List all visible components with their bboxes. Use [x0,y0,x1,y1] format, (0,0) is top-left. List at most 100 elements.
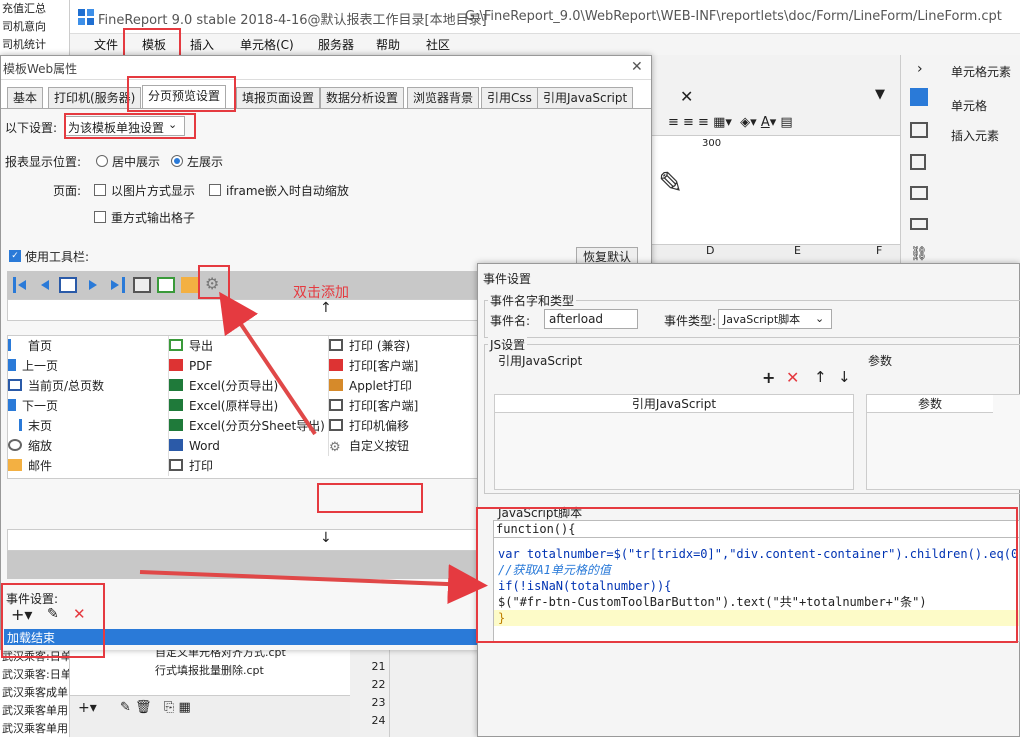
file-tree-item[interactable]: 武汉乘客:日单 [0,666,69,684]
close-icon[interactable]: ✕ [631,59,643,75]
list-item-printer-offset[interactable]: 打印机偏移 [329,416,488,436]
move-up-icon[interactable]: ↑ [814,368,827,386]
edit-icon[interactable]: ✎ 🗑 ⎘ ▦ [120,700,191,715]
annotation-box-custom-button [317,483,423,513]
gear-icon: ⚙ [329,440,341,455]
menu-cell[interactable]: 单元格(C) [240,36,294,54]
file-tree-item[interactable]: 司机意向 [0,18,69,36]
prev-page-icon[interactable] [37,277,55,293]
arrow-up-icon[interactable]: ↑ [320,300,332,316]
file-tree-item[interactable]: 司机统计 [0,36,69,54]
chevron-right-icon[interactable]: › [917,61,923,77]
annotation-box-code [476,507,1018,643]
list-item-excel-page[interactable]: Excel(分页导出) [169,376,328,396]
radio-left[interactable] [171,155,183,167]
close-tab-icon[interactable]: ✕ [680,87,693,106]
align-icon[interactable]: ≡ ≡ ≡ ▦▾ ◈▾ A▾ ▤ [668,115,793,130]
widget-icon[interactable] [910,122,928,138]
file-tree-item[interactable]: 充值汇总 [0,0,69,18]
mail-icon[interactable] [181,277,199,293]
menu-community[interactable]: 社区 [426,36,450,54]
checkbox-repeat-output[interactable] [94,211,106,223]
add-icon[interactable]: +▾ [78,700,97,716]
table-header: 引用JavaScript [495,395,853,413]
condition-icon[interactable] [910,186,928,200]
tab-fill-page[interactable]: 填报页面设置 [236,87,321,109]
checkbox-iframe-scale[interactable] [209,184,221,196]
list-item-word[interactable]: Word [169,436,328,456]
move-down-icon[interactable]: ↓ [838,368,851,386]
menu-server[interactable]: 服务器 [318,36,354,54]
print-icon[interactable] [133,277,151,293]
row-number: 21 [371,660,386,673]
file-tree-item[interactable]: 武汉乘客成单 [0,684,69,702]
list-item-next[interactable]: 下一页 [8,396,168,416]
link-icon[interactable]: ⛓ [910,246,928,262]
tab-javascript[interactable]: 引用JavaScript [537,87,634,109]
list-item-prev[interactable]: 上一页 [8,356,168,376]
panel-item-cell[interactable]: 单元格 [951,97,987,114]
row-number: 22 [371,678,386,691]
list-item-pagecount[interactable]: 当前页/总页数 [8,376,168,396]
app-titlebar: FineReport 9.0 stable 2018-4-16@默认报表工作目录… [70,0,1020,34]
list-col-1: 首页 上一页 当前页/总页数 下一页 末页 缩放 邮件 [8,336,168,476]
list-item-mail[interactable]: 邮件 [8,456,168,476]
list-item-print[interactable]: 打印 [169,456,328,476]
col-header-e: E [794,244,801,257]
tab-browser-bg[interactable]: 浏览器背景 [407,87,480,109]
ref-js-table: 引用JavaScript [494,394,854,490]
event-type-select[interactable]: JavaScript脚本 ⌄ [718,309,832,329]
page-label: 页面: [53,184,82,198]
list-item-pdf[interactable]: PDF [169,356,328,376]
list-item-last[interactable]: 末页 [8,416,168,436]
export-icon[interactable] [157,277,175,293]
radio-center[interactable] [96,155,108,167]
list-item-print-client-2[interactable]: 打印[客户端] [329,396,488,416]
frame-icon[interactable] [910,154,926,170]
menu-insert[interactable]: 插入 [190,36,214,54]
form-icon[interactable] [910,218,928,230]
event-settings-dialog: 事件设置 事件名字和类型 事件名: afterload 事件类型: JavaSc… [477,263,1020,737]
event-name-input[interactable]: afterload [544,309,638,329]
tab-css[interactable]: 引用Css [481,87,538,109]
cell-element-icon[interactable] [910,88,928,106]
app-title: FineReport 9.0 stable 2018-4-16@默认报表工作目录… [98,13,487,28]
position-label: 报表显示位置: [5,155,82,169]
list-item-first[interactable]: 首页 [8,336,168,356]
list-item-export[interactable]: 导出 [169,336,328,356]
menu-file[interactable]: 文件 [94,36,118,54]
next-page-icon[interactable] [85,277,103,293]
col-header-f: F [876,244,883,257]
delete-icon[interactable]: ✕ [786,368,799,387]
first-page-icon[interactable] [13,277,31,293]
list-item-print-compat[interactable]: 打印 (兼容) [329,336,488,356]
annotation-box-setting [64,113,196,139]
panel-item-insert[interactable]: 插入元素 [951,127,999,144]
tab-data-analysis[interactable]: 数据分析设置 [320,87,405,109]
list-item-applet-print[interactable]: Applet打印 [329,376,488,396]
file-item[interactable]: 行式填报批量删除.cpt [155,662,264,678]
file-tree-item[interactable]: 武汉乘客单用 [0,720,69,737]
list-col-3: 打印 (兼容) 打印[客户端] Applet打印 打印[客户端] 打印机偏移 ⚙… [328,336,488,456]
setting-label: 以下设置: [5,121,58,135]
list-item-print-client[interactable]: 打印[客户端] [329,356,488,376]
add-icon[interactable]: + [762,368,775,387]
list-item-excel-sheet[interactable]: Excel(分页分Sheet导出) [169,416,328,436]
checkbox-image-mode[interactable] [94,184,106,196]
arrow-down-icon[interactable]: ↓ [320,530,332,546]
table-header: 参数 [867,395,993,413]
checkbox-use-toolbar[interactable]: ✓ [9,250,21,262]
pin-icon[interactable]: ▼ [875,87,885,102]
list-item-zoom[interactable]: 缩放 [8,436,168,456]
panel-title: 单元格元素 [951,65,1012,79]
file-tree-item[interactable]: 武汉乘客单用 [0,702,69,720]
tab-basic[interactable]: 基本 [7,87,44,109]
list-item-excel-origin[interactable]: Excel(原样导出) [169,396,328,416]
page-count-icon[interactable] [59,277,77,293]
param-label: 参数 [868,354,893,368]
list-item-custom-button[interactable]: ⚙ 自定义按钮 [329,436,488,456]
row-numbers: 21 22 23 24 [368,640,390,737]
last-page-icon[interactable] [107,277,125,293]
menu-help[interactable]: 帮助 [376,36,400,54]
dialog-title: 事件设置 [483,272,532,286]
